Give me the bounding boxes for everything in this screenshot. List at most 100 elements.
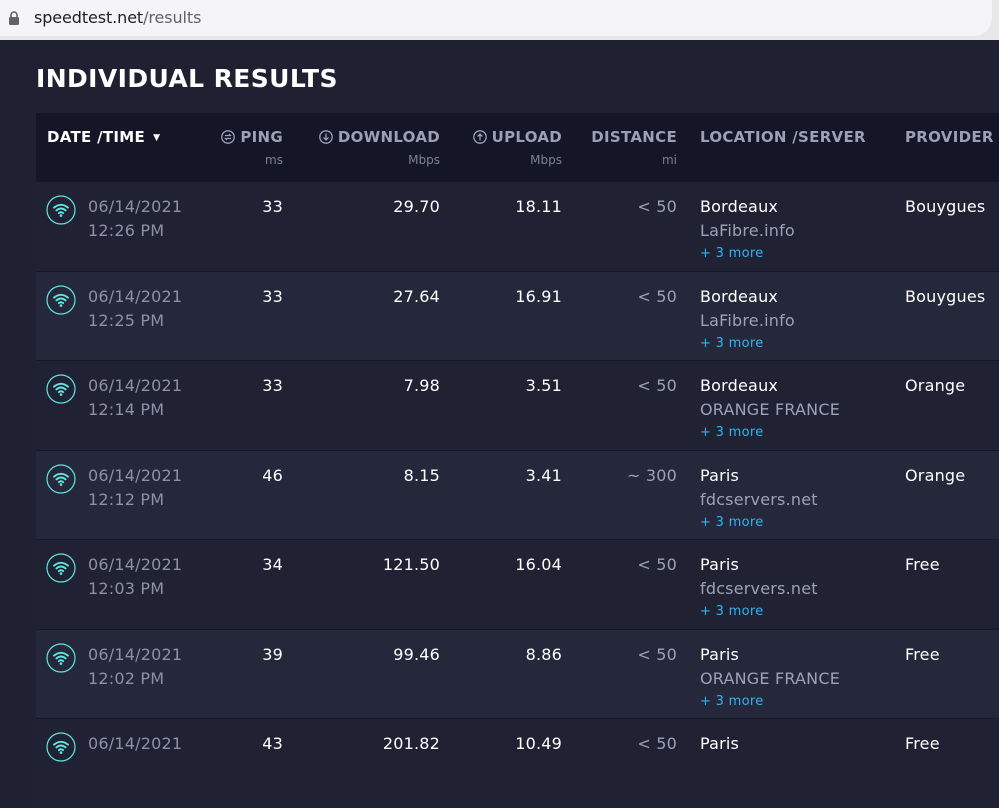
server-name: ORANGE FRANCE (700, 668, 841, 688)
location-value: Paris (700, 465, 740, 485)
sort-arrow-icon[interactable]: ▼ (153, 133, 160, 143)
distance-unit: mi (661, 153, 677, 167)
provider-value: Free (905, 555, 940, 574)
location-server-header-label: LOCATION /SERVER (700, 128, 866, 146)
ping-value: 33 (262, 286, 283, 306)
table-row[interactable]: 06/14/2021 12:25 PM 33 27.64 16.91 < 50 … (36, 270, 999, 360)
download-value: 27.64 (393, 286, 440, 306)
location-value: Bordeaux (700, 286, 779, 306)
provider-value: Bouygues (905, 197, 986, 216)
table-row[interactable]: 06/14/2021 12:12 PM 46 8.15 3.41 ~ 300 P… (36, 449, 999, 539)
location-value: Paris (700, 734, 740, 753)
download-unit: Mbps (408, 153, 440, 167)
ping-icon (221, 130, 236, 144)
result-date: 06/14/2021 (88, 555, 183, 574)
provider-header[interactable]: PROVIDER (905, 127, 994, 146)
wifi-icon (46, 642, 76, 673)
server-name: fdcservers.net (700, 489, 818, 509)
more-servers-link[interactable]: + 3 more (700, 515, 764, 530)
wifi-icon (46, 732, 76, 762)
result-date: 06/14/2021 (88, 644, 183, 664)
download-value: 8.15 (403, 465, 440, 485)
server-name: LaFibre.info (700, 221, 795, 240)
distance-value: < 50 (637, 734, 677, 753)
distance-value: < 50 (637, 197, 677, 216)
result-date: 06/14/2021 (88, 286, 183, 306)
result-date: 06/14/2021 (88, 197, 183, 216)
ping-header[interactable]: PING ms (221, 127, 283, 167)
wifi-icon (46, 553, 76, 583)
upload-value: 18.11 (515, 197, 562, 216)
upload-value: 3.51 (525, 376, 562, 395)
location-server-header[interactable]: LOCATION /SERVER (700, 127, 866, 146)
upload-icon (472, 130, 487, 144)
distance-header[interactable]: DISTANCE mi (591, 127, 677, 167)
address-bar[interactable]: speedtest.net/results (0, 0, 992, 36)
more-servers-link[interactable]: + 3 more (700, 694, 764, 709)
more-servers-link[interactable]: + 3 more (700, 336, 764, 351)
ping-header-label: PING (240, 128, 283, 146)
upload-header[interactable]: UPLOAD Mbps (472, 127, 562, 167)
ping-value: 46 (262, 465, 283, 485)
distance-value: < 50 (637, 555, 677, 574)
server-name: fdcservers.net (700, 579, 818, 598)
table-row[interactable]: 06/14/2021 12:03 PM 34 121.50 16.04 < 50… (36, 539, 999, 629)
table-row[interactable]: 06/14/2021 12:02 PM 39 99.46 8.86 < 50 P… (36, 628, 999, 718)
provider-value: Bouygues (905, 286, 986, 306)
download-value: 99.46 (393, 644, 440, 664)
table-row[interactable]: 06/14/2021 12:26 PM 33 29.70 18.11 < 50 … (36, 181, 999, 271)
date-time-header-label: DATE /TIME (47, 128, 146, 146)
upload-value: 10.49 (515, 734, 562, 753)
url-path: /results (143, 8, 202, 27)
distance-value: ~ 300 (626, 465, 677, 485)
more-servers-link[interactable]: + 3 more (700, 425, 764, 440)
download-header[interactable]: DOWNLOAD Mbps (319, 127, 440, 167)
result-time: 12:03 PM (88, 579, 165, 598)
browser-toolbar: speedtest.net/results (0, 0, 999, 40)
lock-icon[interactable] (8, 11, 20, 25)
server-name: ORANGE FRANCE (700, 400, 841, 419)
wifi-icon (46, 284, 76, 315)
provider-value: Free (905, 734, 940, 753)
table-row[interactable]: 06/14/2021 43 201.82 10.49 < 50 Paris Fr… (36, 718, 999, 808)
result-time: 12:25 PM (88, 310, 165, 330)
download-icon (319, 130, 333, 144)
wifi-icon (46, 463, 76, 494)
result-time: 12:26 PM (88, 221, 165, 240)
table-header: DATE /TIME ▼ PING ms DOWNLOAD Mbps UPLOA… (36, 113, 999, 181)
distance-value: < 50 (637, 644, 677, 664)
ping-value: 33 (262, 197, 283, 216)
download-value: 7.98 (403, 376, 440, 395)
distance-value: < 50 (637, 286, 677, 306)
server-name: LaFibre.info (700, 310, 795, 330)
ping-unit: ms (265, 153, 283, 167)
results-page: INDIVIDUAL RESULTS DATE /TIME ▼ PING ms D… (0, 40, 999, 808)
ping-value: 39 (262, 644, 283, 664)
wifi-icon (46, 195, 76, 225)
more-servers-link[interactable]: + 3 more (700, 246, 764, 261)
provider-value: Orange (905, 465, 966, 485)
download-value: 201.82 (382, 734, 440, 753)
location-value: Bordeaux (700, 197, 779, 216)
result-time: 12:14 PM (88, 400, 165, 419)
download-value: 29.70 (393, 197, 440, 216)
wifi-icon (46, 374, 76, 404)
result-date: 06/14/2021 (88, 465, 183, 485)
upload-value: 16.91 (515, 286, 562, 306)
ping-value: 43 (262, 734, 283, 753)
more-servers-link[interactable]: + 3 more (700, 604, 764, 619)
page-title: INDIVIDUAL RESULTS (36, 64, 338, 93)
url-host: speedtest.net (34, 8, 144, 27)
distance-value: < 50 (637, 376, 677, 395)
date-time-header[interactable]: DATE /TIME ▼ (47, 127, 160, 146)
result-date: 06/14/2021 (88, 734, 183, 753)
ping-value: 34 (262, 555, 283, 574)
table-body: 06/14/2021 12:26 PM 33 29.70 18.11 < 50 … (36, 181, 999, 808)
url-text[interactable]: speedtest.net/results (34, 8, 201, 27)
location-value: Bordeaux (700, 376, 779, 395)
table-row[interactable]: 06/14/2021 12:14 PM 33 7.98 3.51 < 50 Bo… (36, 360, 999, 450)
location-value: Paris (700, 644, 740, 664)
ping-value: 33 (262, 376, 283, 395)
provider-header-label: PROVIDER (905, 128, 994, 146)
download-header-label: DOWNLOAD (337, 128, 440, 146)
